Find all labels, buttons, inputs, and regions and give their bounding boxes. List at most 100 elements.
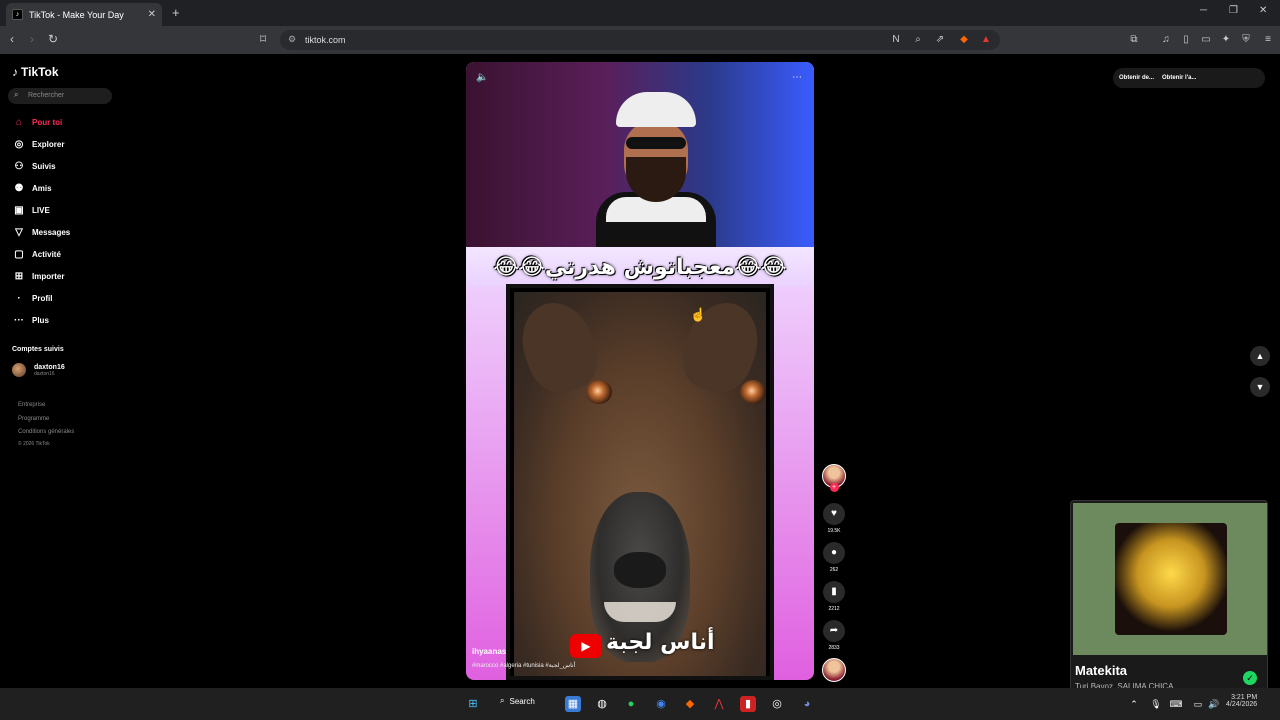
nav-importer[interactable]: ⊞ Importer: [12, 269, 65, 283]
like-count: 19.5K: [827, 528, 841, 534]
steam-icon[interactable]: ◎: [769, 696, 785, 712]
volume-icon[interactable]: 🔈: [476, 72, 488, 83]
tiktok-sidebar: ♪ TikTok ⌕ Rechercher ⌂ Pour toi ◎ Explo…: [0, 54, 120, 688]
comment-button[interactable]: ● 262: [820, 542, 848, 573]
dog-image: [506, 284, 774, 680]
new-tab-icon[interactable]: +: [172, 5, 180, 20]
get-app-button[interactable]: Obtenir l'a...: [1162, 75, 1196, 81]
nav-pour-toi[interactable]: ⌂ Pour toi: [12, 115, 62, 129]
address-toolbar: ‹ › ↻ ⌑ ⚙ tiktok.com N ⌕ ⇗ ◆ ▲ ⧉ ♫ ▯ ▭ ✦…: [0, 26, 1280, 54]
forward-icon[interactable]: ›: [30, 32, 34, 46]
like-button[interactable]: ♥ 19.5K: [820, 503, 848, 534]
footer-entreprise[interactable]: Entreprise: [18, 402, 45, 408]
vpn-icon[interactable]: ⛨: [1240, 34, 1252, 46]
obs-icon[interactable]: ◍: [594, 696, 610, 712]
tiktok-logo[interactable]: ♪ TikTok: [12, 65, 59, 79]
footer-conditions[interactable]: Conditions générales: [18, 429, 74, 435]
nav-live[interactable]: ▣ LIVE: [12, 203, 50, 217]
profile-icon: ·: [17, 292, 21, 304]
previous-video-button[interactable]: ▲: [1250, 346, 1270, 366]
video-caption-top: 😂😂معجباتوش هدرتي😂😂: [466, 247, 814, 287]
close-window-icon[interactable]: ✕: [1259, 5, 1267, 16]
sidebar-toggle-icon[interactable]: ▯: [1180, 34, 1192, 46]
live-icon: ▣: [14, 204, 24, 216]
tray-chevron-icon[interactable]: ⌃: [1126, 696, 1142, 712]
leo-ai-icon[interactable]: ✦: [1220, 34, 1232, 46]
translate-icon[interactable]: N: [890, 34, 902, 46]
brave-shield-icon[interactable]: ◆: [958, 34, 970, 46]
nav-amis[interactable]: ⚉ Amis: [12, 181, 52, 195]
following-user[interactable]: daxton16 daxton16: [12, 363, 65, 377]
menu-icon[interactable]: ≡: [1262, 34, 1274, 46]
browser-tabstrip: ♪ TikTok - Make Your Day ✕ + ─ ❐ ✕: [0, 0, 1280, 26]
nav-messages[interactable]: ▽ Messages: [12, 225, 70, 239]
save-count: 2212: [828, 606, 840, 612]
close-tab-icon[interactable]: ✕: [148, 9, 156, 20]
clock[interactable]: 3:21 PM 4/24/2026: [1226, 694, 1257, 708]
browser-tab[interactable]: ♪ TikTok - Make Your Day ✕: [6, 3, 162, 26]
home-icon: ⌂: [15, 116, 23, 128]
site-info-icon[interactable]: ⚙: [288, 34, 296, 45]
chrome-icon[interactable]: ◉: [653, 696, 669, 712]
wallet-icon[interactable]: ▭: [1200, 34, 1212, 46]
nav-suivis[interactable]: ⚇ Suivis: [12, 159, 56, 173]
tiktok-logo-icon: ♪: [12, 65, 18, 79]
saved-check-icon[interactable]: ✓: [1243, 671, 1257, 685]
more-icon: ···: [14, 314, 24, 326]
nav-plus[interactable]: ··· Plus: [12, 313, 49, 327]
keyboard-icon[interactable]: ⌨: [1168, 696, 1184, 712]
next-video-button[interactable]: ▼: [1250, 377, 1270, 397]
reload-icon[interactable]: ↻: [48, 32, 58, 46]
windows-taskbar: ⊞ ⌕ Search ▦ ◍ ● ◉ ◆ ⋀ ▮ ◎ ◕ ⌃ 🎙 ⌨ ▭ 🔊 3…: [0, 688, 1280, 720]
nav-activite[interactable]: ▢ Activité: [12, 247, 61, 261]
youtube-icon: ▶: [570, 634, 602, 658]
share-icon[interactable]: ⇗: [934, 34, 946, 46]
search-icon: ⌕: [500, 696, 505, 705]
music-disc[interactable]: [820, 658, 848, 682]
user-follow-icon: ⚇: [14, 160, 24, 172]
music-mini-player[interactable]: Matekita Turi Bayoz, SALIMA CHICA ✓: [1070, 500, 1268, 696]
search-icon: ⌕: [14, 90, 19, 99]
spotify-icon[interactable]: ●: [623, 696, 639, 712]
screenshot-icon[interactable]: ⧉: [1128, 34, 1140, 46]
media-icon[interactable]: ♫: [1160, 34, 1172, 46]
save-button[interactable]: ▮ 2212: [820, 581, 848, 612]
app-icon[interactable]: ⋀: [711, 696, 727, 712]
zoom-icon[interactable]: ⌕: [912, 34, 924, 46]
rewards-icon[interactable]: ▲: [980, 34, 992, 46]
restore-icon[interactable]: ❐: [1229, 5, 1238, 16]
video-username[interactable]: ihyaanas: [472, 647, 506, 656]
video-player[interactable]: 🔈 ⋯ 😂😂معجباتوش هدرتي😂😂 ▶ أناس لجبة ihyaa…: [466, 62, 814, 680]
streamer-figure: [596, 92, 716, 252]
bookmark-icon[interactable]: ⌑: [260, 32, 266, 46]
get-app-bar: Obtenir de... Obtenir l'a...: [1113, 68, 1265, 88]
video-hashtags[interactable]: #marocco #algeria #tunisia #أناس_لجبة: [472, 662, 575, 669]
video-streamer-scene: [466, 62, 814, 252]
tab-title: TikTok - Make Your Day: [29, 9, 124, 20]
comment-count: 262: [829, 567, 839, 573]
nav-explorer[interactable]: ◎ Explorer: [12, 137, 65, 151]
creator-avatar[interactable]: +: [820, 464, 848, 492]
taskbar-search[interactable]: ⌕ Search: [500, 696, 535, 706]
footer-programme[interactable]: Programme: [18, 416, 49, 422]
following-title: Comptes suivis: [12, 346, 64, 353]
widgets-icon[interactable]: ▦: [565, 696, 581, 712]
video-more-icon[interactable]: ⋯: [792, 72, 802, 83]
get-coins-button[interactable]: Obtenir de...: [1119, 75, 1154, 81]
tiktok-favicon-icon: ♪: [12, 9, 23, 20]
windows-start-icon[interactable]: ⊞: [465, 696, 481, 712]
mic-icon[interactable]: 🎙: [1148, 696, 1164, 712]
volume-tray-icon[interactable]: 🔊: [1206, 696, 1222, 712]
app2-icon[interactable]: ▮: [740, 696, 756, 712]
bookmark-icon: ▮: [823, 581, 845, 603]
back-icon[interactable]: ‹: [10, 32, 14, 46]
nav-profil[interactable]: · Profil: [12, 291, 52, 305]
minimize-icon[interactable]: ─: [1200, 5, 1207, 16]
share-button[interactable]: ➦ 2833: [820, 620, 848, 651]
follow-plus-icon[interactable]: +: [829, 483, 839, 492]
brave-icon[interactable]: ◆: [682, 696, 698, 712]
track-title: Matekita: [1075, 663, 1128, 678]
discord-icon[interactable]: ◕: [799, 696, 815, 712]
network-icon[interactable]: ▭: [1190, 696, 1206, 712]
search-input[interactable]: ⌕ Rechercher: [8, 88, 112, 104]
